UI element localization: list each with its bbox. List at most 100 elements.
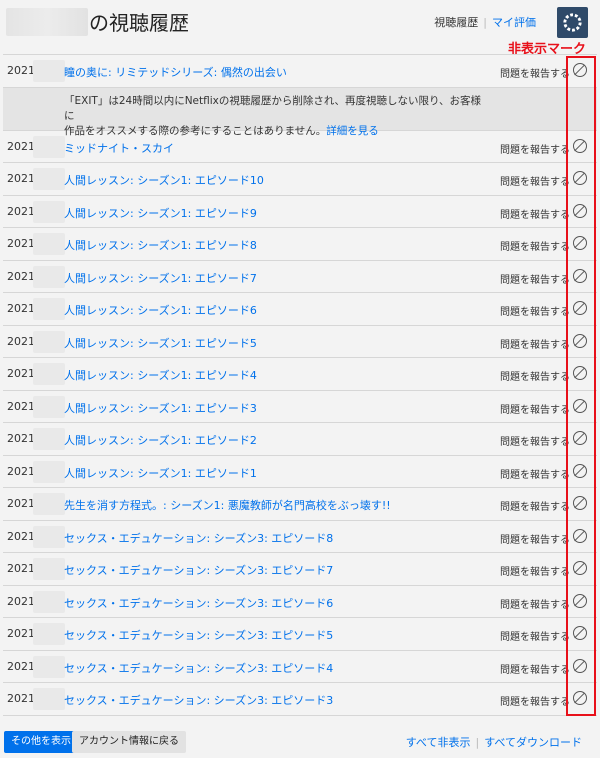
history-row: 2021/ 人間レッスン: シーズン1: エピソード3 問題を報告する — [3, 391, 597, 423]
history-row: 2021/ セックス・エデュケーション: シーズン3: エピソード4 問題を報告… — [3, 651, 597, 683]
blurred-date — [33, 688, 65, 710]
row-title-link[interactable]: 人間レッスン: シーズン1: エピソード10 — [64, 172, 264, 188]
download-all-link[interactable]: すべてダウンロード — [484, 736, 582, 749]
report-problem-link[interactable]: 問題を報告する — [500, 65, 570, 80]
report-problem-link[interactable]: 問題を報告する — [500, 498, 570, 513]
blurred-date — [33, 493, 65, 515]
row-title-link[interactable]: セックス・エデュケーション: シーズン3: エピソード4 — [64, 660, 333, 676]
row-title-link[interactable]: 人間レッスン: シーズン1: エピソード1 — [64, 465, 257, 481]
hide-circle-slash-icon[interactable] — [573, 561, 587, 575]
report-problem-link[interactable]: 問題を報告する — [500, 401, 570, 416]
hide-circle-slash-icon[interactable] — [573, 366, 587, 380]
hide-circle-slash-icon[interactable] — [573, 171, 587, 185]
row-title-link[interactable]: 人間レッスン: シーズン1: エピソード6 — [64, 302, 257, 318]
hide-circle-slash-icon[interactable] — [573, 138, 587, 153]
hide-all-link[interactable]: すべて非表示 — [406, 736, 471, 749]
history-row: 2021/ 先生を消す方程式。: シーズン1: 悪魔教師が名門高校をぶっ壊す!!… — [3, 488, 597, 521]
row-title-link[interactable]: 人間レッスン: シーズン1: エピソード4 — [64, 367, 257, 383]
report-problem-link[interactable]: 問題を報告する — [500, 628, 570, 643]
report-problem-link[interactable]: 問題を報告する — [500, 563, 570, 578]
history-row: 2021/ 人間レッスン: シーズン1: エピソード2 問題を報告する — [3, 423, 597, 456]
history-row: 2021/ 人間レッスン: シーズン1: エピソード6 問題を報告する — [3, 293, 597, 326]
report-problem-link[interactable]: 問題を報告する — [500, 693, 570, 708]
report-problem-link[interactable]: 問題を報告する — [500, 206, 570, 221]
hide-circle-slash-icon[interactable] — [573, 333, 587, 348]
row-title-link[interactable]: セックス・エデュケーション: シーズン3: エピソード8 — [64, 530, 333, 546]
blurred-date — [33, 525, 65, 548]
blurred-date — [33, 298, 65, 320]
blurred-date — [33, 460, 65, 483]
show-more-button[interactable]: その他を表示 — [4, 731, 78, 753]
blurred-date — [33, 60, 65, 82]
blurred-date — [33, 330, 65, 353]
hide-circle-slash-icon[interactable] — [573, 626, 587, 640]
blurred-date — [33, 363, 65, 385]
blurred-date — [33, 428, 65, 450]
report-problem-link[interactable]: 問題を報告する — [500, 368, 570, 383]
blurred-date — [33, 655, 65, 678]
report-problem-link[interactable]: 問題を報告する — [500, 336, 570, 351]
row-title-link[interactable]: セックス・エデュケーション: シーズン3: エピソード5 — [64, 627, 333, 643]
hide-circle-slash-icon[interactable] — [573, 203, 587, 218]
row-title-link[interactable]: 人間レッスン: シーズン1: エピソード2 — [64, 432, 257, 448]
row-title-link[interactable]: ミッドナイト・スカイ — [64, 140, 174, 156]
blurred-date — [33, 200, 65, 223]
nav-viewing-history: 視聴履歴 — [434, 16, 479, 29]
header-nav: 視聴履歴 | マイ評価 — [434, 14, 536, 30]
hide-circle-slash-icon[interactable] — [573, 398, 587, 413]
hide-circle-slash-icon[interactable] — [573, 496, 587, 510]
history-row: 2021/ ミッドナイト・スカイ 問題を報告する — [3, 131, 597, 163]
hide-circle-slash-icon[interactable] — [573, 691, 587, 705]
blurred-date — [33, 558, 65, 580]
hide-circle-slash-icon[interactable] — [573, 236, 587, 250]
blurred-date — [33, 590, 65, 613]
history-row: 2021/ 人間レッスン: シーズン1: エピソード1 問題を報告する — [3, 456, 597, 488]
blurred-date — [33, 395, 65, 418]
report-problem-link[interactable]: 問題を報告する — [500, 238, 570, 253]
hide-circle-slash-icon[interactable] — [573, 431, 587, 445]
blurred-profile-name — [6, 8, 88, 36]
hide-circle-slash-icon[interactable] — [573, 593, 587, 608]
row-title-link[interactable]: セックス・エデュケーション: シーズン3: エピソード7 — [64, 562, 333, 578]
history-row: 2021/ セックス・エデュケーション: シーズン3: エピソード7 問題を報告… — [3, 553, 597, 586]
hide-circle-slash-icon[interactable] — [573, 658, 587, 673]
history-row: 2021/ 人間レッスン: シーズン1: エピソード8 問題を報告する — [3, 228, 597, 261]
nav-my-ratings-link[interactable]: マイ評価 — [492, 16, 536, 29]
hide-circle-slash-icon[interactable] — [573, 463, 587, 478]
report-problem-link[interactable]: 問題を報告する — [500, 141, 570, 156]
report-problem-link[interactable]: 問題を報告する — [500, 531, 570, 546]
report-problem-link[interactable]: 問題を報告する — [500, 596, 570, 611]
hide-circle-slash-icon[interactable] — [573, 301, 587, 315]
hide-circle-slash-icon[interactable] — [573, 63, 587, 77]
row-title-link[interactable]: 瞳の奥に: リミテッドシリーズ: 偶然の出会い — [64, 64, 287, 80]
row-title-link[interactable]: セックス・エデュケーション: シーズン3: エピソード3 — [64, 692, 333, 708]
row-title-link[interactable]: 人間レッスン: シーズン1: エピソード3 — [64, 400, 257, 416]
report-problem-link[interactable]: 問題を報告する — [500, 271, 570, 286]
report-problem-link[interactable]: 問題を報告する — [500, 661, 570, 676]
row-title-link[interactable]: 人間レッスン: シーズン1: エピソード9 — [64, 205, 257, 221]
row-title-link[interactable]: 先生を消す方程式。: シーズン1: 悪魔教師が名門高校をぶっ壊す!! — [64, 497, 391, 513]
blurred-date — [33, 168, 65, 190]
history-row: 2021/ 人間レッスン: シーズン1: エピソード4 問題を報告する — [3, 358, 597, 391]
blurred-date — [33, 623, 65, 645]
row-title-link[interactable]: 人間レッスン: シーズン1: エピソード7 — [64, 270, 257, 286]
report-problem-link[interactable]: 問題を報告する — [500, 466, 570, 481]
blurred-date — [33, 135, 65, 158]
history-row: 2021/ 人間レッスン: シーズン1: エピソード10 問題を報告する — [3, 163, 597, 196]
footer-divider: | — [475, 736, 480, 749]
row-title-link[interactable]: 人間レッスン: シーズン1: エピソード8 — [64, 237, 257, 253]
history-row: 2021/ セックス・エデュケーション: シーズン3: エピソード6 問題を報告… — [3, 586, 597, 618]
notice-line-1: 「EXIT」は24時間以内にNetflixの視聴履歴から削除され、再度視聴しない… — [64, 94, 482, 122]
viewing-history-list: 2021/ 瞳の奥に: リミテッドシリーズ: 偶然の出会い 問題を報告する 「E… — [3, 54, 597, 716]
hide-circle-slash-icon[interactable] — [573, 268, 587, 283]
back-to-account-button[interactable]: アカウント情報に戻る — [72, 731, 186, 753]
row-title-link[interactable]: 人間レッスン: シーズン1: エピソード5 — [64, 335, 257, 351]
report-problem-link[interactable]: 問題を報告する — [500, 433, 570, 448]
profile-avatar-icon[interactable] — [557, 7, 588, 38]
page-title: の視聴履歴 — [89, 11, 189, 35]
report-problem-link[interactable]: 問題を報告する — [500, 173, 570, 188]
row-title-link[interactable]: セックス・エデュケーション: シーズン3: エピソード6 — [64, 595, 333, 611]
report-problem-link[interactable]: 問題を報告する — [500, 303, 570, 318]
hide-circle-slash-icon[interactable] — [573, 528, 587, 543]
footer-links: すべて非表示 | すべてダウンロード — [406, 734, 582, 750]
